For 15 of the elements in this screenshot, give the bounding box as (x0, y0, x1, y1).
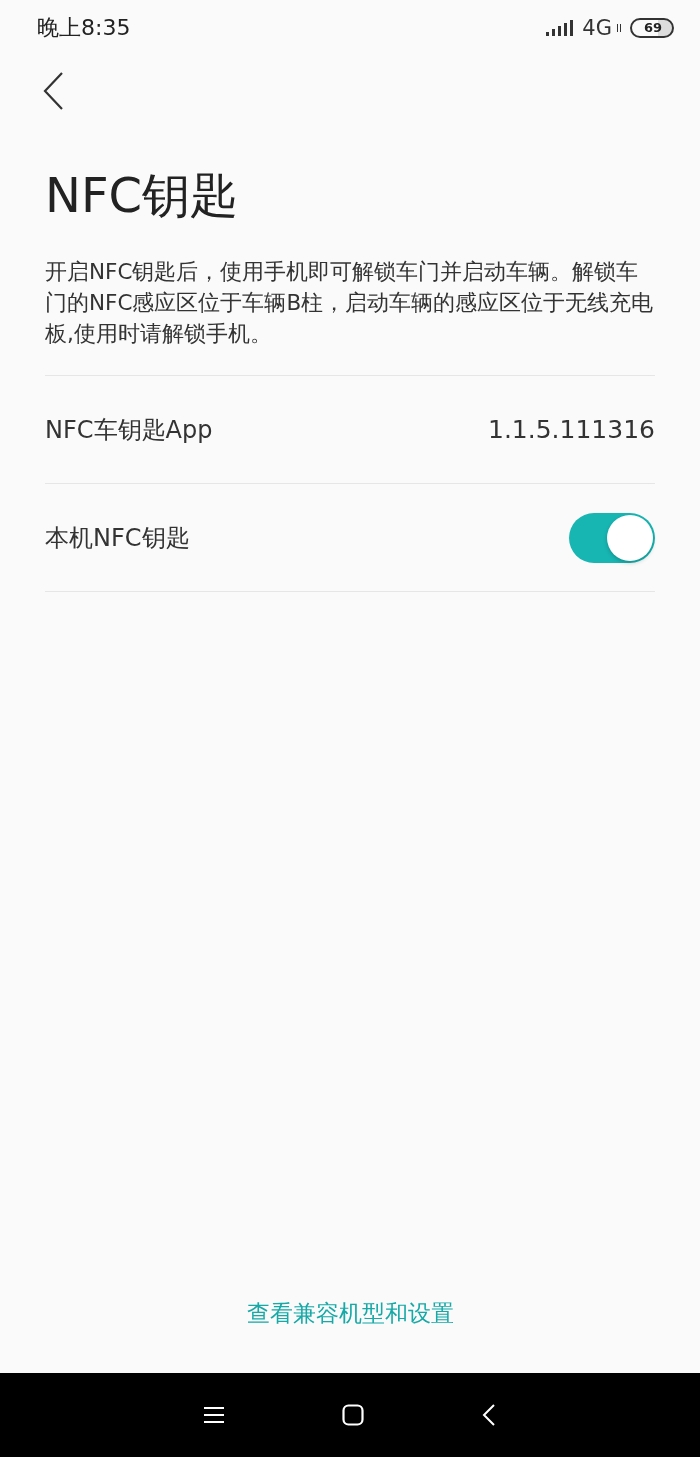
page-title: NFC钥匙 (45, 166, 240, 225)
toggle-switch[interactable] (569, 512, 655, 563)
status-time: 晚上8:35 (37, 14, 131, 42)
back-icon[interactable] (42, 71, 66, 111)
battery-level: 69 (629, 18, 674, 38)
setting-label: 本机NFC钥匙 (45, 522, 190, 554)
compatibility-link[interactable]: 查看兼容机型和设置 (246, 1298, 454, 1329)
back-icon[interactable] (482, 1404, 496, 1426)
home-icon[interactable] (342, 1404, 364, 1426)
setting-label: NFC车钥匙App (45, 414, 213, 446)
network-label: 4G (582, 16, 612, 40)
description-text: 开启NFC钥匙后，使用手机即可解锁车门并启动车辆。解锁车门的NFC感应区位于车辆B柱，启动车辆的感应区位于无线充电板,使用时请解锁手机。 (45, 258, 655, 348)
setting-value: 1.1.5.111316 (488, 415, 655, 444)
signal-icon (546, 19, 575, 37)
menu-icon[interactable] (204, 1406, 224, 1424)
